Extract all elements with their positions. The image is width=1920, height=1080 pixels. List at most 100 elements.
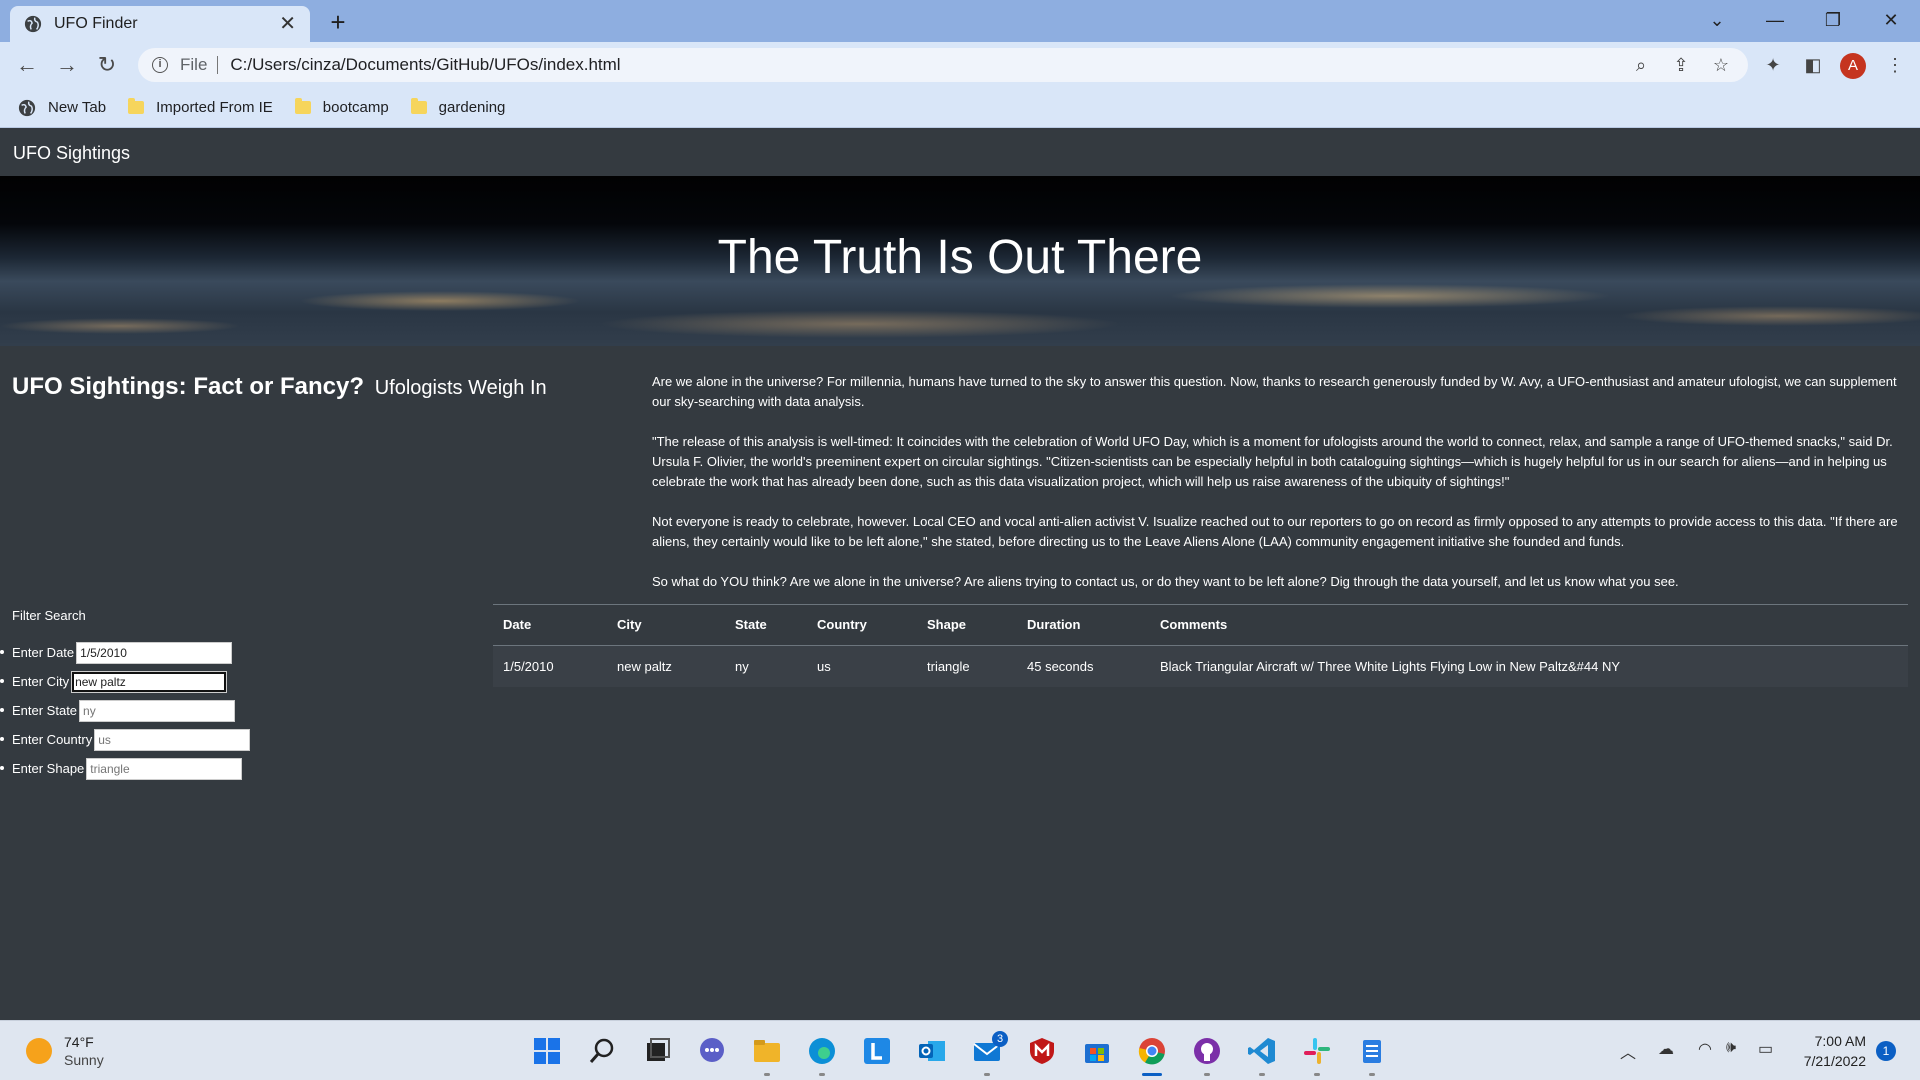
outlook-icon[interactable] xyxy=(916,1035,948,1067)
minimize-button[interactable]: — xyxy=(1752,4,1798,36)
filter-date-label: Enter Date xyxy=(12,645,75,660)
extensions-puzzle-icon[interactable]: ✦ xyxy=(1760,52,1786,78)
system-clock[interactable]: 7:00 AM 7/21/2022 xyxy=(1796,1031,1866,1071)
close-tab-icon[interactable]: ✕ xyxy=(279,14,296,34)
globe-icon xyxy=(24,15,42,33)
column-header-shape: Shape xyxy=(917,605,1017,646)
filter-heading: Filter Search xyxy=(12,608,86,623)
taskbar: 74°F Sunny 3 ︿ ☁ ◠ 🕪 ▭ 7:00 AM 7/21/2022… xyxy=(0,1020,1920,1080)
back-arrow-icon[interactable]: ← xyxy=(12,50,42,80)
clock-date: 7/21/2022 xyxy=(1803,1053,1866,1069)
chevron-up-icon[interactable]: ︿ xyxy=(1620,1039,1636,1063)
address-bar[interactable]: i File C:/Users/cinza/Documents/GitHub/U… xyxy=(138,48,1748,82)
running-indicator xyxy=(1314,1073,1320,1076)
share-icon[interactable]: ⇪ xyxy=(1668,52,1694,78)
weather-widget[interactable]: 74°F Sunny xyxy=(26,1033,104,1069)
column-header-city: City xyxy=(607,605,725,646)
web-page: UFO Sightings The Truth Is Out There UFO… xyxy=(0,128,1920,1020)
mcafee-shield-icon[interactable] xyxy=(1026,1035,1058,1067)
ufo-table-container: Date City State Country Shape Duration C… xyxy=(493,604,1908,687)
date-input[interactable] xyxy=(76,641,233,664)
article-body: Are we alone in the universe? For millen… xyxy=(652,372,1902,612)
tab-strip: UFO Finder ✕ + ⌄ — ❐ ✕ xyxy=(0,0,1920,42)
filter-shape-label: Enter Shape xyxy=(12,761,85,776)
github-desktop-icon[interactable] xyxy=(1191,1035,1223,1067)
chrome-icon[interactable] xyxy=(1136,1035,1168,1067)
task-view-icon[interactable] xyxy=(641,1035,673,1067)
bookmark-gardening[interactable]: gardening xyxy=(410,98,505,116)
forward-arrow-icon[interactable]: → xyxy=(52,50,82,80)
article-paragraph: Are we alone in the universe? For millen… xyxy=(652,374,1897,409)
filter-date-row: Enter Date xyxy=(0,638,250,667)
column-header-date: Date xyxy=(493,605,607,646)
new-tab-button[interactable]: + xyxy=(324,8,352,36)
shape-input[interactable] xyxy=(86,757,243,780)
running-indicator xyxy=(1204,1073,1210,1076)
filter-shape-row: Enter Shape xyxy=(0,754,250,783)
tab-search-chevron-icon[interactable]: ⌄ xyxy=(1694,4,1740,36)
cell-duration: 45 seconds xyxy=(1017,645,1150,687)
lasso-l-icon[interactable] xyxy=(861,1035,893,1067)
edge-browser-icon[interactable] xyxy=(806,1035,838,1067)
windows-start-icon[interactable] xyxy=(531,1035,563,1067)
filter-state-label: Enter State xyxy=(12,703,78,718)
address-url[interactable]: C:/Users/cinza/Documents/GitHub/UFOs/ind… xyxy=(230,55,620,75)
notepad-icon[interactable] xyxy=(1356,1035,1388,1067)
microsoft-store-icon[interactable] xyxy=(1081,1035,1113,1067)
search-icon[interactable] xyxy=(586,1035,618,1067)
battery-icon[interactable]: ▭ xyxy=(1758,1039,1773,1059)
table-row: 1/5/2010 new paltz ny us triangle 45 sec… xyxy=(493,645,1908,687)
city-input[interactable] xyxy=(71,670,228,693)
browser-tab[interactable]: UFO Finder ✕ xyxy=(10,6,310,42)
filter-city-label: Enter City xyxy=(12,674,70,689)
bookmark-star-icon[interactable]: ☆ xyxy=(1708,52,1734,78)
file-explorer-icon[interactable] xyxy=(751,1035,783,1067)
zoom-icon[interactable]: ⌕ xyxy=(1628,52,1654,78)
weather-condition: Sunny xyxy=(64,1052,104,1068)
table-header-row: Date City State Country Shape Duration C… xyxy=(493,605,1908,646)
filter-country-row: Enter Country xyxy=(0,725,251,754)
article-paragraph: "The release of this analysis is well-ti… xyxy=(652,434,1893,489)
cell-shape: triangle xyxy=(917,645,1017,687)
filter-list: Enter Date Enter City Enter State Enter … xyxy=(0,638,251,783)
bookmark-new-tab[interactable]: New Tab xyxy=(18,99,106,117)
side-panel-icon[interactable]: ◧ xyxy=(1800,52,1826,78)
teams-chat-icon[interactable] xyxy=(696,1035,728,1067)
active-app-indicator xyxy=(1142,1073,1162,1076)
close-window-button[interactable]: ✕ xyxy=(1868,4,1914,36)
globe-icon xyxy=(18,99,36,116)
article-paragraph: So what do YOU think? Are we alone in th… xyxy=(652,574,1679,589)
clock-time: 7:00 AM xyxy=(1814,1033,1866,1049)
reload-icon[interactable]: ↻ xyxy=(92,50,122,80)
article-paragraph: Not everyone is ready to celebrate, howe… xyxy=(652,514,1898,549)
running-indicator xyxy=(984,1073,990,1076)
hero-banner: The Truth Is Out There xyxy=(0,176,1920,346)
slack-icon[interactable] xyxy=(1301,1035,1333,1067)
notification-badge[interactable]: 1 xyxy=(1876,1041,1896,1061)
vscode-icon[interactable] xyxy=(1246,1035,1278,1067)
bookmark-label: Imported From IE xyxy=(156,99,273,116)
hero-title: The Truth Is Out There xyxy=(717,231,1203,284)
bookmark-imported-from-ie[interactable]: Imported From IE xyxy=(128,98,273,116)
cell-country: us xyxy=(807,645,917,687)
ufo-table: Date City State Country Shape Duration C… xyxy=(493,605,1908,687)
running-indicator xyxy=(819,1073,825,1076)
bookmark-label: New Tab xyxy=(48,99,107,116)
volume-icon[interactable]: 🕪 xyxy=(1726,1039,1736,1057)
info-icon[interactable]: i xyxy=(152,57,168,73)
browser-toolbar: ← → ↻ i File C:/Users/cinza/Documents/Gi… xyxy=(0,42,1920,88)
address-scheme: File xyxy=(180,56,219,74)
state-input[interactable] xyxy=(79,699,236,722)
intro-subtitle: Ufologists Weigh In xyxy=(374,377,547,399)
navbar-brand-link[interactable]: UFO Sightings xyxy=(13,143,130,164)
filter-city-row: Enter City xyxy=(0,667,250,696)
cell-state: ny xyxy=(725,645,807,687)
onedrive-cloud-icon[interactable]: ☁ xyxy=(1658,1039,1674,1059)
restore-button[interactable]: ❐ xyxy=(1810,4,1856,36)
intro-heading: UFO Sightings: Fact or Fancy? Ufologists… xyxy=(12,373,547,401)
wifi-icon[interactable]: ◠ xyxy=(1698,1039,1712,1059)
profile-avatar[interactable]: A xyxy=(1840,53,1866,79)
bookmark-bootcamp[interactable]: bootcamp xyxy=(294,98,389,116)
more-menu-icon[interactable]: ⋮ xyxy=(1882,52,1908,78)
country-input[interactable] xyxy=(94,728,251,751)
